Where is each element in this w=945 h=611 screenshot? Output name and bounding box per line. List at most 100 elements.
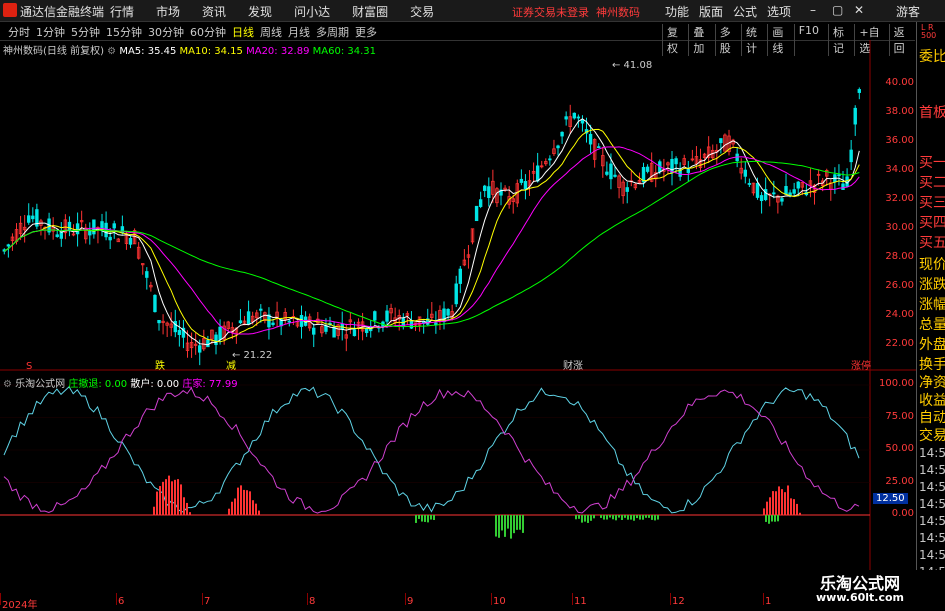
histogram-bar-green <box>639 515 641 520</box>
indicator-name[interactable]: 乐淘公式网 <box>15 379 65 390</box>
sidebar-item[interactable]: 涨幅 <box>919 294 945 314</box>
candle-body <box>55 234 59 237</box>
ma60-line <box>4 160 860 328</box>
settings-icon[interactable]: ⚙ <box>3 379 12 390</box>
x-tick-label: 7 <box>204 596 211 607</box>
histogram-bar-green <box>633 515 635 521</box>
sidebar-item[interactable]: 委比 <box>919 46 945 66</box>
candle-body <box>759 195 764 201</box>
sidebar-lr[interactable]: L R 500 <box>921 24 936 40</box>
x-tick <box>0 593 1 605</box>
candle-body <box>686 168 690 173</box>
candle-body <box>332 326 336 338</box>
sidebar-item[interactable]: 买二 <box>919 172 945 192</box>
candle-body <box>27 215 31 223</box>
candles <box>2 87 861 366</box>
histogram-bar-red <box>793 499 795 515</box>
indicator-z2: 散户: 0.00 <box>130 379 180 390</box>
candle-body <box>474 205 479 222</box>
y-tick-label: 26.00 <box>885 280 914 292</box>
sidebar-item[interactable]: 净资 <box>919 372 945 392</box>
stock-title[interactable]: 神州数码(日线 前复权) <box>3 46 104 57</box>
sidebar-item[interactable]: 涨跌 <box>919 274 945 294</box>
sidebar-time: 14:56 <box>919 548 945 562</box>
histogram-bar-red <box>234 498 236 515</box>
candle-body <box>112 223 116 229</box>
histogram-bar-red <box>183 497 185 515</box>
sidebar-item[interactable]: 首板 <box>919 102 945 122</box>
candle-body <box>92 219 96 235</box>
candle-body <box>67 221 72 231</box>
candle-body <box>560 131 564 137</box>
candle-body <box>487 186 491 198</box>
histogram-bar-red <box>153 506 155 515</box>
histogram-bar-red <box>769 497 771 515</box>
histogram-bar-green <box>768 515 770 524</box>
histogram-bar-red <box>249 491 251 515</box>
candle-body <box>218 326 222 340</box>
histogram-bar-green <box>433 515 435 521</box>
sidebar-item[interactable]: 换手 <box>919 354 945 374</box>
histogram-bar-green <box>657 515 659 520</box>
histogram-bar-red <box>784 492 786 515</box>
sidebar-item[interactable]: 买五 <box>919 232 945 252</box>
candle-body <box>128 237 133 245</box>
histogram-bar-green <box>606 515 608 520</box>
histogram-bar-red <box>240 485 242 515</box>
candle-body <box>259 308 263 311</box>
candle-body <box>352 329 357 337</box>
sidebar-item[interactable]: 总量 <box>919 314 945 334</box>
histogram-bar-green <box>495 515 497 537</box>
chart-marker: S <box>26 361 32 372</box>
candle-body <box>837 174 841 177</box>
ma10-label: MA10: 34.15 <box>179 46 243 57</box>
sidebar-item[interactable]: 自动 <box>919 407 945 427</box>
high-price-annotation: ← 41.08 <box>612 60 652 71</box>
histogram-bar-green <box>510 515 512 539</box>
y-tick-label: 34.00 <box>885 164 914 176</box>
sidebar-item[interactable]: 买一 <box>919 152 945 172</box>
x-tick-label: 1 <box>765 596 772 607</box>
histogram-bar-red <box>165 479 167 515</box>
sidebar-item[interactable]: 交易 <box>919 425 945 445</box>
histogram-bar-green <box>593 515 595 519</box>
candle-body <box>613 174 617 177</box>
histogram-bar-green <box>600 515 602 518</box>
y-tick-label: 30.00 <box>885 222 914 234</box>
histogram-bar-green <box>621 515 623 521</box>
x-tick <box>202 593 203 605</box>
chart-marker: 减 <box>226 360 236 372</box>
candle-body <box>6 244 11 247</box>
watermark-url: www.60lt.com <box>816 591 905 604</box>
kline-chart[interactable]: ← 41.08 ← 21.22 S 跌 减 财涨 涨停 <box>0 0 916 596</box>
histogram-bar-green <box>618 515 620 518</box>
sidebar-time: 14:56 <box>919 531 945 545</box>
candle-body <box>670 158 674 174</box>
candle-body <box>572 112 576 119</box>
sidebar-item[interactable]: 外盘 <box>919 334 945 354</box>
candle-body <box>198 345 202 353</box>
indicator-legend: ⚙ 乐淘公式网 庄撤退: 0.00 散户: 0.00 庄家: 77.99 <box>3 375 238 390</box>
histogram-bar-green <box>590 515 592 521</box>
histogram-bar-green <box>581 515 583 523</box>
settings-icon[interactable]: ⚙ <box>107 46 116 57</box>
histogram-bar-red <box>772 491 774 515</box>
candle-body <box>743 169 747 177</box>
chart-markers: ← 41.08 ← 21.22 S 跌 减 财涨 涨停 <box>26 60 871 372</box>
candle-body <box>772 192 776 195</box>
histogram-bar-red <box>168 475 170 515</box>
histogram-bar-red <box>790 498 792 515</box>
sidebar-item[interactable]: 买三 <box>919 192 945 212</box>
sidebar-item[interactable]: 买四 <box>919 212 945 232</box>
sidebar-item[interactable]: 现价 <box>919 254 945 274</box>
histogram-bar-green <box>642 515 644 520</box>
candle-body <box>755 183 760 198</box>
histogram-bar-green <box>516 515 518 530</box>
x-tick <box>491 593 492 605</box>
histogram-bar-green <box>612 515 614 520</box>
candle-body <box>478 199 483 207</box>
low-price-annotation: ← 21.22 <box>232 350 272 361</box>
histogram-bar-green <box>519 515 521 530</box>
candle-body <box>523 181 528 190</box>
x-tick <box>572 593 573 605</box>
